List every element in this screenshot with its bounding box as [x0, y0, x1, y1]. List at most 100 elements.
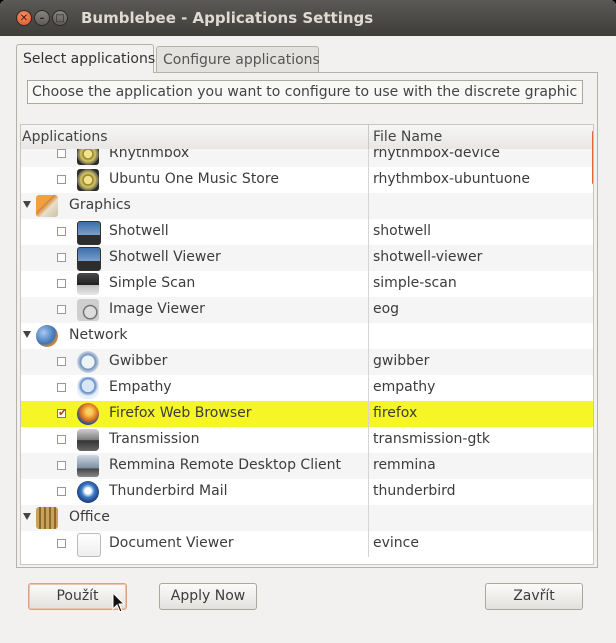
column-divider	[368, 245, 369, 271]
app-checkbox[interactable]	[57, 435, 66, 444]
table-row[interactable]: Simple Scan simple-scan	[21, 271, 593, 297]
description-field: Choose the application you want to confi…	[27, 80, 583, 104]
file-name: remmina	[373, 457, 436, 473]
app-name: Shotwell Viewer	[109, 249, 221, 265]
app-name: Thunderbird Mail	[109, 483, 228, 499]
minimize-window-icon[interactable]: –	[34, 10, 50, 26]
app-name: Document Viewer	[109, 535, 234, 551]
table-row[interactable]: Thunderbird Mail thunderbird	[21, 479, 593, 505]
app-checkbox[interactable]	[57, 175, 66, 184]
app-name: Rhythmbox	[109, 149, 190, 161]
close-window-icon[interactable]: ✕	[16, 10, 32, 26]
app-checkbox[interactable]	[57, 253, 66, 262]
shotwell-icon	[77, 247, 101, 271]
scrollbar-thumb[interactable]	[592, 131, 593, 184]
table-row[interactable]: Remmina Remote Desktop Client remmina	[21, 453, 593, 479]
column-divider	[368, 219, 369, 245]
app-checkbox[interactable]	[57, 383, 66, 392]
firefox-icon	[77, 403, 99, 425]
app-checkbox[interactable]	[57, 487, 66, 496]
column-divider	[368, 167, 369, 193]
app-checkbox[interactable]	[57, 539, 66, 548]
empathy-icon	[77, 377, 99, 399]
tab-panel: Choose the application you want to confi…	[16, 72, 598, 568]
column-divider	[368, 193, 369, 219]
thunderbird-icon	[77, 481, 99, 503]
category-row[interactable]: Office	[21, 505, 593, 531]
shotwell-icon	[77, 221, 101, 245]
column-divider	[368, 297, 369, 323]
file-name: evince	[373, 535, 419, 551]
table-row[interactable]: Empathy empathy	[21, 375, 593, 401]
table-row[interactable]: Ubuntu One Music Store rhythmbox-ubuntuon…	[21, 167, 593, 193]
category-label: Office	[69, 509, 110, 525]
app-name: Shotwell	[109, 223, 169, 239]
file-name: thunderbird	[373, 483, 456, 499]
app-checkbox[interactable]	[57, 279, 66, 288]
applications-tree[interactable]: Applications File Name Rhythmbox rhythmbo…	[20, 124, 594, 565]
rhythmbox-icon	[77, 149, 99, 165]
table-row[interactable]: Firefox Web Browser firefox	[21, 401, 593, 427]
category-label: Network	[69, 327, 128, 343]
remmina-icon	[77, 455, 99, 477]
app-name: Ubuntu One Music Store	[109, 171, 279, 187]
file-name: rhythmbox-device	[373, 149, 501, 161]
expander-triangle-icon[interactable]	[23, 513, 31, 520]
app-name: Simple Scan	[109, 275, 196, 291]
table-row[interactable]: Document Viewer evince	[21, 531, 593, 557]
app-checkbox[interactable]	[57, 461, 66, 470]
app-name: Empathy	[109, 379, 172, 395]
category-label: Graphics	[69, 197, 131, 213]
tab-select-applications[interactable]: Select applications	[16, 44, 155, 73]
column-header-file-name[interactable]: File Name	[373, 129, 442, 145]
category-row[interactable]: Graphics	[21, 193, 593, 219]
table-row[interactable]: Shotwell shotwell	[21, 219, 593, 245]
file-name: eog	[373, 301, 400, 317]
tree-rows: Rhythmbox rhythmbox-device Ubuntu One Musi…	[21, 149, 593, 564]
image-viewer-icon	[77, 299, 99, 321]
column-divider[interactable]	[368, 125, 369, 149]
column-divider	[368, 427, 369, 453]
app-name: Firefox Web Browser	[109, 405, 252, 421]
apply-now-button[interactable]: Apply Now	[159, 583, 257, 610]
app-name: Gwibber	[109, 353, 168, 369]
column-divider	[368, 271, 369, 297]
table-row[interactable]: Gwibber gwibber	[21, 349, 593, 375]
table-row[interactable]: Transmission transmission-gtk	[21, 427, 593, 453]
application-window: ✕ – □ Bumblebee - Applications Settings …	[0, 0, 616, 643]
expander-triangle-icon[interactable]	[23, 201, 31, 208]
column-divider	[368, 323, 369, 349]
expander-triangle-icon[interactable]	[23, 331, 31, 338]
column-divider	[368, 505, 369, 531]
document-viewer-icon	[77, 533, 101, 557]
table-row[interactable]: Image Viewer eog	[21, 297, 593, 323]
category-row[interactable]: Network	[21, 323, 593, 349]
app-checkbox[interactable]	[57, 305, 66, 314]
app-checkbox[interactable]	[57, 357, 66, 366]
table-row[interactable]: Shotwell Viewer shotwell-viewer	[21, 245, 593, 271]
tab-configure-applications[interactable]: Configure applications	[156, 46, 320, 72]
network-globe-icon	[36, 325, 58, 347]
app-checkbox[interactable]	[57, 406, 67, 419]
transmission-icon	[77, 429, 99, 451]
gwibber-icon	[77, 351, 99, 373]
app-checkbox[interactable]	[57, 149, 66, 158]
file-name: empathy	[373, 379, 436, 395]
graphics-category-icon	[36, 195, 58, 217]
column-divider	[368, 149, 369, 167]
column-divider	[368, 401, 369, 427]
tree-header: Applications File Name	[21, 125, 593, 150]
title-bar[interactable]: ✕ – □ Bumblebee - Applications Settings	[0, 0, 616, 36]
scanner-icon	[77, 273, 99, 295]
table-row[interactable]: Rhythmbox rhythmbox-device	[21, 149, 593, 167]
file-name: rhythmbox-ubuntuone	[373, 171, 530, 187]
column-divider	[368, 349, 369, 375]
app-name: Image Viewer	[109, 301, 205, 317]
column-header-applications[interactable]: Applications	[22, 129, 108, 145]
close-button[interactable]: Zavřít	[485, 583, 583, 610]
maximize-window-icon[interactable]: □	[52, 10, 68, 26]
mouse-pointer-icon	[112, 592, 126, 613]
file-name: transmission-gtk	[373, 431, 490, 447]
app-name: Remmina Remote Desktop Client	[109, 457, 341, 473]
app-checkbox[interactable]	[57, 227, 66, 236]
